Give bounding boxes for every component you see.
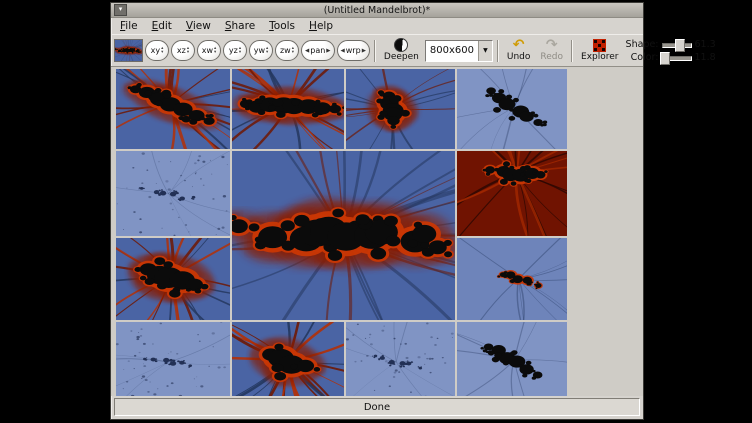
app-window: ▾ (Untitled Mandelbrot)* File Edit View … xyxy=(110,2,644,420)
rotate-xw-button[interactable]: xw ▴▾ xyxy=(197,40,221,61)
arrow-left-icon: ◀ xyxy=(341,48,345,54)
explorer-button[interactable]: Explorer xyxy=(577,37,622,64)
toolbar-separator xyxy=(374,40,376,62)
redo-label: Redo xyxy=(540,52,563,63)
menu-view[interactable]: View xyxy=(179,19,218,33)
menubar: File Edit View Share Tools Help xyxy=(111,18,643,34)
spinner-arrows-icon: ▴▾ xyxy=(292,47,294,55)
warp-button[interactable]: ◀ wrp ▶ xyxy=(337,40,370,61)
color-value: 11.8 xyxy=(695,52,719,63)
toolbar-separator xyxy=(497,40,499,62)
shape-slider[interactable] xyxy=(662,39,692,50)
mutation-preview-l[interactable] xyxy=(457,322,567,396)
mutation-preview-i[interactable] xyxy=(116,322,230,396)
mutation-preview-b[interactable] xyxy=(232,69,344,149)
rotate-yz-button[interactable]: yz ▴▾ xyxy=(223,40,247,61)
resolution-value: 800x600 xyxy=(426,45,478,56)
rotate-yz-label: yz xyxy=(229,46,238,55)
menu-help[interactable]: Help xyxy=(302,19,340,33)
menu-edit[interactable]: Edit xyxy=(145,19,179,33)
pan-label: pan xyxy=(310,46,325,55)
rotate-yw-label: yw xyxy=(254,46,265,55)
mutation-preview-j[interactable] xyxy=(232,322,344,396)
fractal-workspace xyxy=(111,67,643,396)
main-fractal-view[interactable] xyxy=(232,151,455,320)
rotate-xy-label: xy xyxy=(151,46,160,55)
explorer-label: Explorer xyxy=(581,52,618,63)
combo-dropdown-button[interactable]: ▼ xyxy=(478,41,492,61)
mutation-preview-e[interactable] xyxy=(116,151,230,236)
spinner-arrows-icon: ▴▾ xyxy=(187,47,189,55)
shape-value: 61.3 xyxy=(695,39,719,50)
rotate-xz-label: xz xyxy=(177,46,186,55)
menu-share[interactable]: Share xyxy=(218,19,262,33)
chevron-down-icon: ▼ xyxy=(483,47,488,54)
rotate-xw-label: xw xyxy=(202,46,213,55)
current-fractal-thumbnail xyxy=(114,39,143,62)
titlebar[interactable]: ▾ (Untitled Mandelbrot)* xyxy=(111,3,643,18)
color-slider[interactable] xyxy=(662,52,692,63)
redo-icon: ↷ xyxy=(546,39,558,51)
spinner-arrows-icon: ▴▾ xyxy=(266,47,268,55)
undo-label: Undo xyxy=(507,52,531,63)
spinner-arrows-icon: ▴▾ xyxy=(214,47,216,55)
arrow-right-icon: ▶ xyxy=(326,48,330,54)
spinner-arrows-icon: ▴▾ xyxy=(161,47,163,55)
window-title: (Untitled Mandelbrot)* xyxy=(111,5,643,16)
deepen-label: Deepen xyxy=(384,52,419,63)
explorer-icon xyxy=(593,39,606,52)
color-slider-label: Color: xyxy=(625,52,659,63)
toolbar-separator xyxy=(571,40,573,62)
spinner-arrows-icon: ▴▾ xyxy=(239,47,241,55)
rotate-xz-button[interactable]: xz ▴▾ xyxy=(171,40,195,61)
arrow-left-icon: ◀ xyxy=(305,48,309,54)
mutation-preview-k[interactable] xyxy=(346,322,455,396)
current-fractal-thumbnail-image xyxy=(115,40,142,61)
window-menu-button[interactable]: ▾ xyxy=(114,4,127,16)
arrow-right-icon: ▶ xyxy=(362,48,366,54)
undo-icon: ↶ xyxy=(513,39,525,51)
mutation-preview-d[interactable] xyxy=(457,69,567,149)
toolbar: xy ▴▾ xz ▴▾ xw ▴▾ yz ▴▾ yw ▴▾ zw ▴▾ ◀ pa… xyxy=(111,34,643,67)
color-slider-thumb[interactable] xyxy=(660,52,670,65)
shape-slider-label: Shape: xyxy=(625,39,659,50)
menu-file[interactable]: File xyxy=(113,19,145,33)
redo-button: ↷ Redo xyxy=(536,37,567,64)
mutation-preview-g[interactable] xyxy=(116,238,230,320)
rotate-xy-button[interactable]: xy ▴▾ xyxy=(145,40,169,61)
mutation-preview-f[interactable] xyxy=(457,151,567,236)
explorer-grid xyxy=(116,69,567,396)
rotate-zw-label: zw xyxy=(280,46,291,55)
status-progressbar: Done xyxy=(114,398,640,416)
pan-button[interactable]: ◀ pan ▶ xyxy=(301,40,335,61)
resolution-combobox[interactable]: 800x600 ▼ xyxy=(425,40,493,62)
mutation-preview-h[interactable] xyxy=(457,238,567,320)
undo-button[interactable]: ↶ Undo xyxy=(503,37,535,64)
warp-label: wrp xyxy=(346,46,361,55)
rotate-zw-button[interactable]: zw ▴▾ xyxy=(275,40,299,61)
shape-slider-thumb[interactable] xyxy=(675,39,685,52)
mutation-preview-a[interactable] xyxy=(116,69,230,149)
explorer-sliders: Shape: 61.3 Color: 11.8 xyxy=(625,39,720,63)
menu-tools[interactable]: Tools xyxy=(262,19,302,33)
deepen-icon xyxy=(394,38,408,52)
rotate-yw-button[interactable]: yw ▴▾ xyxy=(249,40,273,61)
deepen-button[interactable]: Deepen xyxy=(380,37,423,64)
mutation-preview-c[interactable] xyxy=(346,69,455,149)
status-text: Done xyxy=(364,402,390,413)
